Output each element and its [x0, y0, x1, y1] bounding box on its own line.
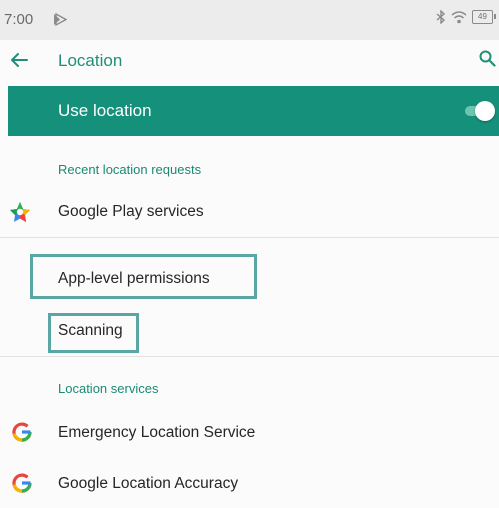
battery-level: 49: [478, 12, 487, 21]
location-settings-screen: 7:00 49 Location Use location Recent loc…: [0, 0, 499, 508]
status-bar: 7:00 49: [0, 0, 499, 40]
toggle-thumb: [475, 101, 495, 121]
battery-icon: 49: [472, 10, 496, 24]
app-level-permissions-item[interactable]: App-level permissions: [58, 270, 210, 288]
divider: [0, 356, 499, 357]
location-services-header: Location services: [58, 381, 159, 396]
recent-requests-header: Recent location requests: [58, 162, 202, 177]
list-item-label: Emergency Location Service: [58, 424, 256, 441]
status-time: 7:00: [4, 11, 34, 28]
divider: [0, 237, 499, 238]
status-icons: 49: [436, 10, 496, 24]
scanning-item[interactable]: Scanning: [58, 322, 123, 340]
google-g-icon: [12, 422, 32, 442]
back-arrow-icon[interactable]: [10, 52, 28, 68]
google-play-services-icon: [10, 202, 30, 222]
search-icon[interactable]: [479, 50, 496, 67]
list-item-label: Google Location Accuracy: [58, 475, 239, 492]
use-location-switch-bar[interactable]: Use location: [8, 86, 499, 136]
page-title: Location: [58, 51, 123, 70]
list-item-label: Google Play services: [58, 203, 204, 220]
use-location-label: Use location: [58, 101, 152, 120]
play-store-notification-icon: [54, 13, 67, 26]
wifi-icon: [451, 10, 467, 23]
bluetooth-icon: [436, 10, 446, 24]
use-location-toggle[interactable]: [465, 101, 495, 121]
toolbar: Location: [0, 40, 499, 82]
google-g-icon: [12, 473, 32, 493]
